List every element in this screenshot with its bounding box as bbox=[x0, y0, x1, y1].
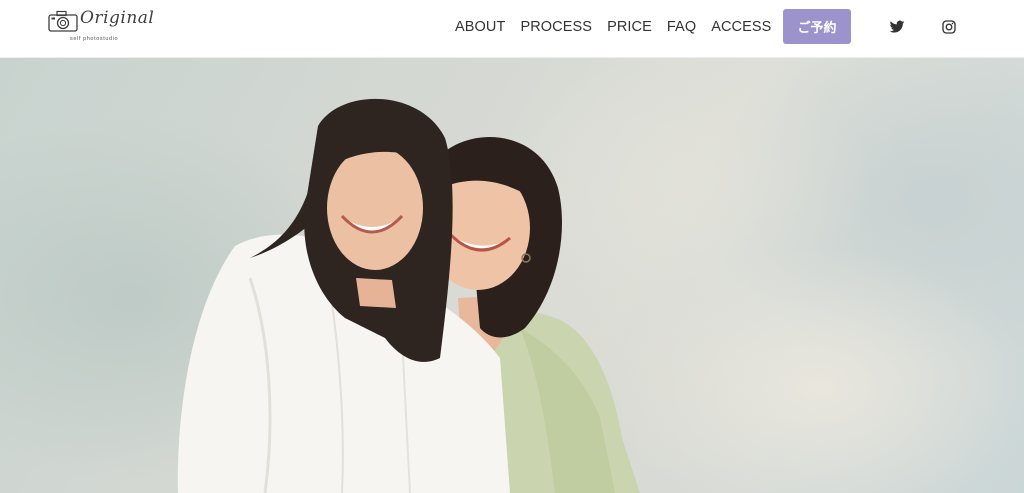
site-header: Original self photostudio ABOUT PROCESS … bbox=[0, 0, 1024, 58]
nav-item-about[interactable]: ABOUT bbox=[455, 17, 505, 37]
brand-tagline: self photostudio bbox=[70, 36, 119, 42]
hero-illustration bbox=[177, 98, 640, 493]
instagram-icon bbox=[942, 20, 956, 34]
brand-logo[interactable]: Original self photostudio bbox=[46, 8, 156, 46]
reserve-button[interactable]: ご予約 bbox=[783, 9, 851, 44]
hero-photo bbox=[0, 58, 1024, 493]
instagram-link[interactable] bbox=[941, 19, 957, 35]
camera-icon bbox=[48, 10, 78, 32]
nav-item-price[interactable]: PRICE bbox=[607, 17, 652, 37]
brand-name: Original bbox=[80, 8, 155, 28]
main-nav: ABOUT PROCESS PRICE FAQ ACCESS bbox=[455, 17, 771, 37]
nav-item-access[interactable]: ACCESS bbox=[711, 17, 771, 37]
nav-item-process[interactable]: PROCESS bbox=[520, 17, 592, 37]
twitter-link[interactable] bbox=[889, 19, 905, 35]
nav-item-faq[interactable]: FAQ bbox=[667, 17, 696, 37]
twitter-icon bbox=[889, 20, 905, 33]
